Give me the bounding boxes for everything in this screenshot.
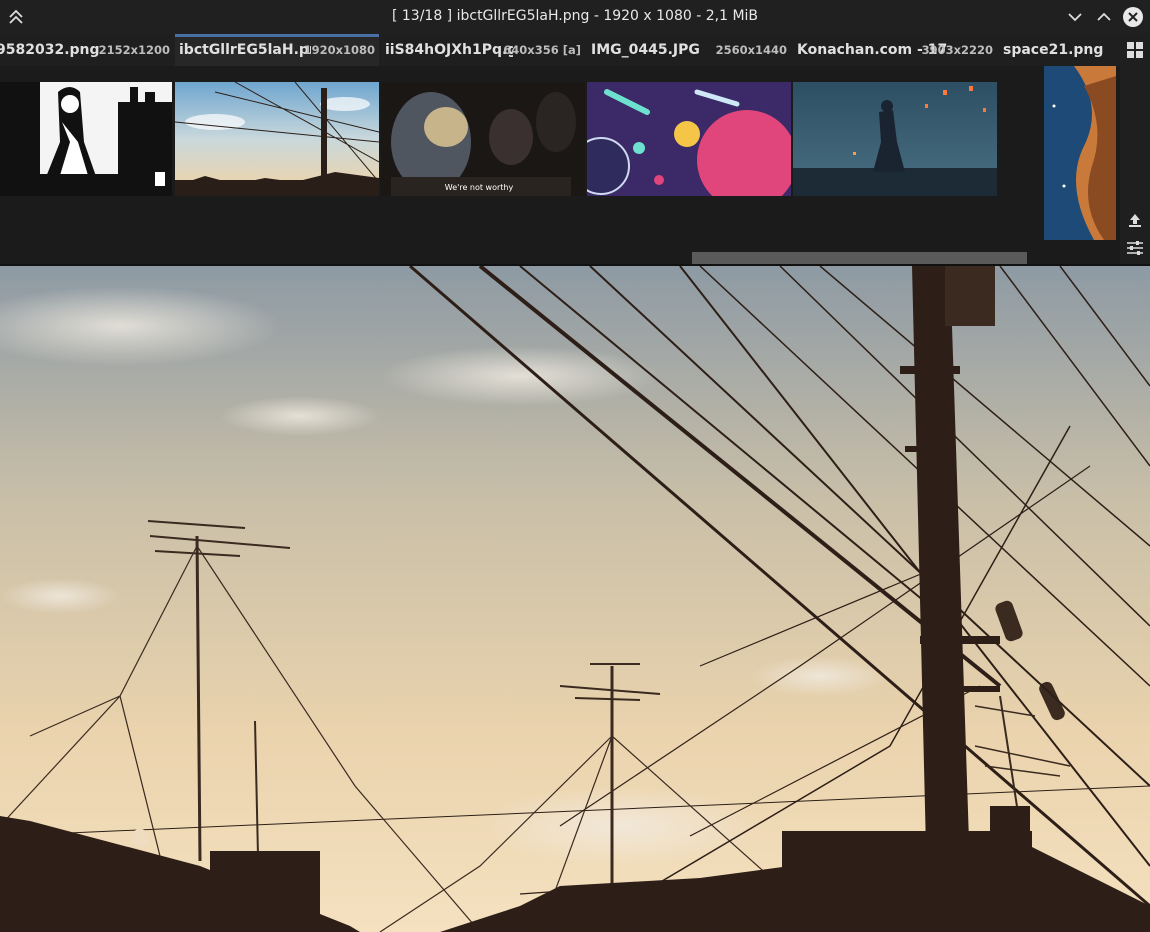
thumbnail-strip: We're not worthy: [0, 66, 1120, 264]
chevron-down-icon: [1068, 13, 1082, 22]
image-viewer[interactable]: [0, 266, 1150, 932]
thumbnail-image: [793, 82, 997, 196]
close-button[interactable]: [1121, 5, 1145, 29]
main-image: [0, 266, 1150, 932]
chevron-up-icon: [1097, 12, 1111, 21]
settings-button[interactable]: [1125, 238, 1145, 258]
thumbnail[interactable]: [0, 82, 172, 196]
maximize-button[interactable]: [1092, 5, 1116, 29]
tab-size: 640x356 [a]: [503, 43, 581, 57]
thumbnail-scrollbar[interactable]: [692, 252, 1027, 264]
tab-file[interactable]: iiS84hOJXh1Pq.gif 640x356 [a]: [381, 34, 585, 66]
thumbnail[interactable]: We're not worthy: [381, 82, 585, 196]
tab-file[interactable]: space21.png: [999, 34, 1120, 66]
tab-file-active[interactable]: ibctGllrEG5laH.png 1920x1080: [175, 34, 379, 66]
thumbnail-image: [175, 82, 379, 196]
thumbnail-active[interactable]: [175, 82, 379, 196]
window-title: [ 13/18 ] ibctGllrEG5laH.png - 1920 x 10…: [391, 8, 759, 24]
file-tabs: 9582032.png 2152x1200 ibctGllrEG5laH.png…: [0, 34, 1120, 66]
thumbnail-image: [587, 82, 791, 196]
upload-icon: [1129, 214, 1141, 227]
tab-name: iiS84hOJXh1Pq.gif: [385, 42, 513, 58]
grid-view-button[interactable]: [1125, 40, 1145, 60]
title-bar: [ 13/18 ] ibctGllrEG5laH.png - 1920 x 10…: [0, 0, 1150, 34]
thumbnail-image: [1044, 66, 1116, 240]
thumbnail[interactable]: [793, 82, 997, 196]
thumbnail-image: We're not worthy: [381, 82, 585, 196]
thumbnail-image: [0, 82, 172, 196]
thumbnail[interactable]: [587, 82, 791, 196]
tab-size: 2560x1440: [715, 43, 787, 57]
tab-size: 3903x2220: [921, 43, 993, 57]
close-circle-icon: [1123, 7, 1143, 27]
sliders-icon: [1127, 241, 1143, 255]
thumbnail[interactable]: [1044, 66, 1116, 240]
tab-size: 2152x1200: [98, 43, 170, 57]
tab-size: 1920x1080: [303, 43, 375, 57]
tab-file[interactable]: IMG_0445.JPG 2560x1440: [587, 34, 791, 66]
tab-name: 9582032.png: [0, 42, 100, 58]
grid-view-icon: [1127, 42, 1143, 58]
minimize-button[interactable]: [1063, 5, 1087, 29]
tab-file[interactable]: 9582032.png 2152x1200: [0, 34, 174, 66]
tab-name: ibctGllrEG5laH.png: [179, 42, 311, 58]
tab-name: space21.png: [1003, 42, 1104, 58]
upload-button[interactable]: [1125, 210, 1145, 230]
tab-file[interactable]: Konachan.com - 17 3903x2220: [793, 34, 997, 66]
thumbnail-caption: We're not worthy: [445, 183, 514, 192]
side-toolbar: [1120, 34, 1150, 264]
tab-name: IMG_0445.JPG: [591, 42, 700, 58]
